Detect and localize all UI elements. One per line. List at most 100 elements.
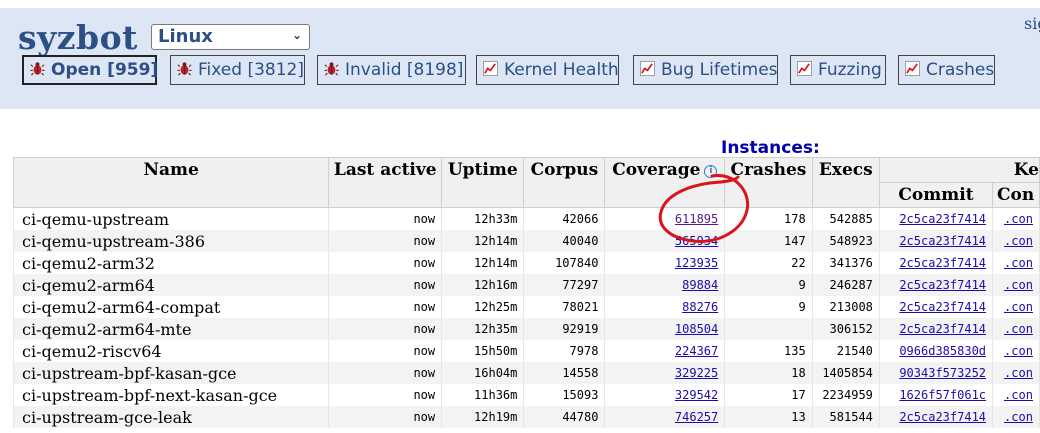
tab-kernel-health[interactable]: Kernel Health	[476, 55, 619, 85]
cell-corpus: 92919	[523, 318, 606, 340]
syzbot-logo[interactable]: syzbot	[18, 18, 138, 57]
cell-name: ci-qemu2-arm32	[12, 252, 330, 274]
commit-link[interactable]: 1626f57f061c	[899, 388, 986, 402]
cell-crashes: 9	[724, 296, 813, 318]
config-link[interactable]: .con	[1004, 388, 1033, 402]
cell-last-active: now	[328, 318, 443, 340]
cell-uptime: 12h19m	[441, 406, 525, 428]
config-link[interactable]: .con	[1004, 410, 1033, 424]
tab-fixed[interactable]: Fixed [3812]	[170, 55, 305, 85]
coverage-link[interactable]: 108504	[675, 322, 718, 336]
coverage-link[interactable]: 123935	[675, 256, 718, 270]
signin-link[interactable]: sig	[1024, 14, 1040, 33]
cell-execs: 548923	[811, 230, 880, 252]
cell-config: .con	[992, 340, 1040, 362]
cell-execs: 542885	[811, 207, 880, 230]
config-link[interactable]: .con	[1004, 278, 1033, 292]
cell-execs: 341376	[811, 252, 880, 274]
cell-commit: 2c5ca23f7414	[878, 230, 994, 252]
cell-uptime: 12h14m	[441, 252, 525, 274]
col-header-commit[interactable]: Commit	[878, 182, 994, 208]
namespace-selected-value: Linux	[158, 26, 213, 47]
col-header-execs[interactable]: Execs	[811, 157, 880, 208]
cell-crashes: 22	[724, 252, 813, 274]
cell-config: .con	[992, 406, 1040, 428]
coverage-link[interactable]: 746257	[675, 410, 718, 424]
commit-link[interactable]: 2c5ca23f7414	[899, 256, 986, 270]
commit-link[interactable]: 2c5ca23f7414	[899, 234, 986, 248]
cell-uptime: 11h36m	[441, 384, 525, 406]
cell-config: .con	[992, 384, 1040, 406]
config-link[interactable]: .con	[1004, 256, 1033, 270]
cell-corpus: 40040	[523, 230, 606, 252]
coverage-link[interactable]: 565934	[675, 234, 718, 248]
cell-name: ci-upstream-bpf-kasan-gce	[12, 362, 330, 384]
config-link[interactable]: .con	[1004, 344, 1033, 358]
commit-link[interactable]: 2c5ca23f7414	[899, 410, 986, 424]
tab-bug-lifetimes[interactable]: Bug Lifetimes	[633, 55, 778, 85]
cell-crashes: 13	[724, 406, 813, 428]
col-header-uptime[interactable]: Uptime	[441, 157, 525, 208]
commit-link[interactable]: 2c5ca23f7414	[899, 212, 986, 226]
cell-commit: 2c5ca23f7414	[878, 318, 994, 340]
col-header-last-active[interactable]: Last active	[328, 157, 443, 208]
cell-last-active: now	[328, 274, 443, 296]
cell-uptime: 12h33m	[441, 207, 525, 230]
commit-link[interactable]: 2c5ca23f7414	[899, 322, 986, 336]
table-row: ci-qemu2-riscv64 now 15h50m 7978 224367 135 21…	[12, 340, 1040, 362]
table-row: ci-qemu-upstream now 12h33m 42066 611895 178 5…	[12, 207, 1040, 230]
cell-commit: 2c5ca23f7414	[878, 406, 994, 428]
cell-commit: 0966d385830d	[878, 340, 994, 362]
cell-uptime: 15h50m	[441, 340, 525, 362]
coverage-link[interactable]: 88276	[682, 300, 718, 314]
col-header-coverage[interactable]: Coverage i	[604, 157, 726, 208]
config-link[interactable]: .con	[1004, 322, 1033, 336]
cell-crashes: 17	[724, 384, 813, 406]
tab-invalid[interactable]: Invalid [8198]	[317, 55, 466, 85]
cell-execs: 581544	[811, 406, 880, 428]
col-header-corpus[interactable]: Corpus	[523, 157, 606, 208]
cell-corpus: 42066	[523, 207, 606, 230]
cell-commit: 2c5ca23f7414	[878, 207, 994, 230]
table-row: ci-upstream-bpf-next-kasan-gce now 11h36m 1…	[12, 384, 1040, 406]
tab-open[interactable]: Open [959]	[22, 55, 159, 85]
cell-execs: 2234959	[811, 384, 880, 406]
coverage-link[interactable]: 329542	[675, 388, 718, 402]
col-header-config[interactable]: Con	[992, 182, 1040, 208]
coverage-link[interactable]: 611895	[675, 212, 718, 226]
tab-label: Open [959]	[51, 60, 159, 80]
cell-last-active: now	[328, 230, 443, 252]
tab-label: Fuzzing	[818, 60, 882, 80]
tab-crashes[interactable]: Crashes	[898, 55, 995, 85]
col-header-kernel: Ke	[878, 157, 1040, 183]
commit-link[interactable]: 2c5ca23f7414	[899, 278, 986, 292]
coverage-link[interactable]: 89884	[682, 278, 718, 292]
config-link[interactable]: .con	[1004, 212, 1033, 226]
tab-label: Crashes	[926, 60, 995, 80]
cell-name: ci-upstream-bpf-next-kasan-gce	[12, 384, 330, 406]
cell-config: .con	[992, 296, 1040, 318]
cell-name: ci-qemu2-arm64	[12, 274, 330, 296]
info-icon[interactable]: i	[704, 165, 718, 178]
config-link[interactable]: .con	[1004, 300, 1033, 314]
cell-execs: 306152	[811, 318, 880, 340]
commit-link[interactable]: 0966d385830d	[899, 344, 986, 358]
cell-coverage: 108504	[604, 318, 726, 340]
namespace-select[interactable]: Linux ⌄	[151, 24, 310, 50]
config-link[interactable]: .con	[1004, 366, 1033, 380]
commit-link[interactable]: 2c5ca23f7414	[899, 300, 986, 314]
commit-link[interactable]: 90343f573252	[899, 366, 986, 380]
instances-table: Name Last active Uptime Corpus Coverage i…	[12, 157, 1040, 428]
cell-corpus: 15093	[523, 384, 606, 406]
cell-coverage: 329542	[604, 384, 726, 406]
coverage-link[interactable]: 329225	[675, 366, 718, 380]
tab-label: Fixed [3812]	[198, 60, 304, 80]
tab-fuzzing[interactable]: Fuzzing	[790, 55, 886, 85]
col-header-name[interactable]: Name	[12, 157, 330, 208]
col-header-crashes[interactable]: Crashes	[724, 157, 813, 208]
coverage-link[interactable]: 224367	[675, 344, 718, 358]
tab-label: Kernel Health	[504, 60, 619, 80]
cell-name: ci-qemu2-arm64-mte	[12, 318, 330, 340]
cell-crashes: 18	[724, 362, 813, 384]
config-link[interactable]: .con	[1004, 234, 1033, 248]
